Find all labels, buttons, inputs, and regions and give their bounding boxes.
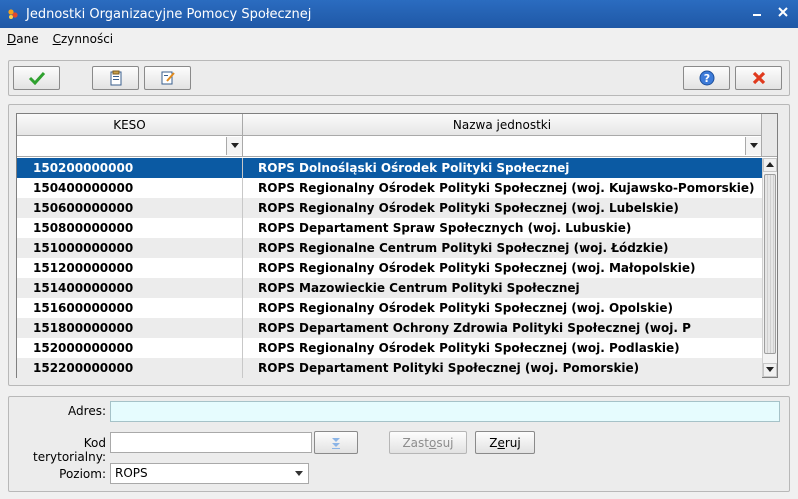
accept-button[interactable] — [13, 66, 60, 90]
minimize-icon — [753, 14, 761, 16]
adres-label: Adres: — [68, 404, 106, 418]
vertical-scrollbar[interactable] — [762, 158, 777, 377]
table-row[interactable]: 150400000000 ROPS Regionalny Ośrodek Poli… — [17, 178, 762, 198]
header-corner — [762, 114, 777, 157]
table-row[interactable]: 152200000000 ROPS Departament Polityki Sp… — [17, 358, 762, 378]
scroll-up-button[interactable] — [763, 158, 777, 172]
kod-field[interactable] — [110, 432, 312, 453]
zeruj-button[interactable]: Ze ruj — [475, 431, 535, 454]
help-icon: ? — [699, 70, 714, 86]
copy-button[interactable] — [92, 66, 139, 90]
clipboard-icon — [110, 70, 121, 86]
poziom-select[interactable]: ROPS — [110, 463, 309, 484]
menu-czynnosci[interactable]: Czynności — [46, 32, 121, 46]
scroll-down-button[interactable] — [763, 363, 777, 377]
help-button[interactable]: ? — [683, 66, 730, 90]
chevron-down-icon — [230, 143, 239, 148]
edit-note-icon — [161, 71, 175, 85]
table-row[interactable]: 150800000000 ROPS Departament Spraw Społe… — [17, 218, 762, 238]
filter-name[interactable] — [243, 136, 762, 157]
units-grid: KESO Nazwa jednostki 150200000000 ROPS Do… — [16, 113, 778, 378]
zastosuj-button[interactable]: Zast o suj — [389, 431, 467, 454]
filter-keso[interactable] — [17, 136, 243, 157]
table-row[interactable]: 151800000000 ROPS Departament Ochrony Zdr… — [17, 318, 762, 338]
chevron-down-icon — [295, 471, 303, 476]
check-icon — [28, 71, 45, 85]
filter-keso-dropdown[interactable] — [226, 137, 242, 155]
filter-name-dropdown[interactable] — [745, 137, 761, 155]
cancel-button[interactable] — [735, 66, 782, 90]
menu-dane[interactable]: Dane — [0, 32, 46, 46]
red-x-icon — [752, 71, 765, 85]
adres-field[interactable] — [110, 401, 780, 422]
column-header-keso[interactable]: KESO — [17, 114, 243, 136]
close-icon — [778, 7, 788, 17]
grid-rows: 150200000000 ROPS Dolnośląski Ośrodek Pol… — [17, 158, 762, 378]
kod-picker-button[interactable] — [314, 431, 358, 454]
table-row[interactable]: 151400000000 ROPS Mazowieckie Centrum Pol… — [17, 278, 762, 298]
poziom-label: Poziom: — [59, 467, 106, 481]
toolbar: ? — [8, 60, 790, 96]
chevron-up-icon — [766, 162, 774, 167]
table-row[interactable]: 151000000000 ROPS Regionalne Centrum Poli… — [17, 238, 762, 258]
expand-down-icon — [332, 437, 340, 449]
svg-text:?: ? — [703, 72, 709, 85]
app-icon — [6, 7, 20, 21]
minimize-button[interactable] — [748, 5, 766, 23]
close-button[interactable] — [774, 5, 792, 23]
window-title: Jednostki Organizacyjne Pomocy Społeczne… — [26, 6, 312, 22]
table-row[interactable]: 150200000000 ROPS Dolnośląski Ośrodek Pol… — [17, 158, 762, 178]
title-bar: Jednostki Organizacyjne Pomocy Społeczne… — [0, 0, 798, 28]
table-row[interactable]: 152000000000 ROPS Regionalny Ośrodek Poli… — [17, 338, 762, 358]
column-header-name[interactable]: Nazwa jednostki — [243, 114, 762, 136]
chevron-down-icon — [749, 143, 758, 148]
menu-bar: Dane Czynności — [0, 28, 798, 50]
table-row[interactable]: 151200000000 ROPS Regionalny Ośrodek Poli… — [17, 258, 762, 278]
column-divider — [242, 158, 243, 378]
table-row[interactable]: 151600000000 ROPS Regionalny Ośrodek Poli… — [17, 298, 762, 318]
chevron-down-icon — [766, 367, 774, 372]
edit-button[interactable] — [144, 66, 191, 90]
table-row[interactable]: 150600000000 ROPS Regionalny Ośrodek Poli… — [17, 198, 762, 218]
scroll-thumb[interactable] — [764, 174, 776, 354]
kod-label: Kod terytorialny: — [32, 436, 106, 464]
